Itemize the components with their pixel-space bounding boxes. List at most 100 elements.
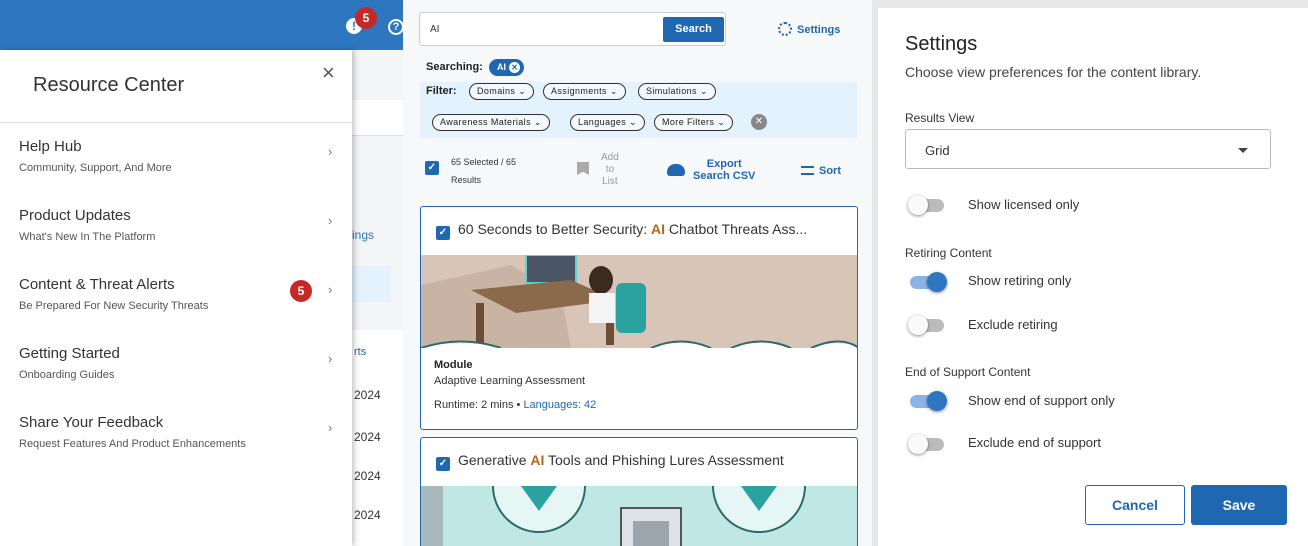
resource-item-title: Help Hub <box>19 138 82 155</box>
search-button[interactable]: Search <box>663 17 724 42</box>
resource-item-title: Product Updates <box>19 207 131 224</box>
filter-chip-domains[interactable]: Domains ⌄ <box>469 83 535 100</box>
drawer-title: Resource Center <box>33 74 185 96</box>
chevron-right-icon: › <box>328 351 333 366</box>
content-library-panel: AI Search Settings Searching: AI ✕ Filter… <box>403 0 872 546</box>
resource-item-help-hub[interactable]: Help Hub Community, Support, And More › <box>0 138 352 198</box>
show-eos-label: Show end of support only <box>968 393 1115 408</box>
add-to-list-label: Add <box>601 152 619 163</box>
alert-count-badge: 5 <box>290 280 312 302</box>
close-icon[interactable]: × <box>322 60 335 86</box>
card-type: Module <box>434 359 473 371</box>
add-to-list-label: to <box>605 164 615 175</box>
content-card[interactable]: ✓ Generative AI Tools and Phishing Lures … <box>420 437 858 546</box>
background-page: ings rts 2024 2024 2024 2024 <box>352 50 403 546</box>
chevron-right-icon: › <box>328 420 333 435</box>
card-title-pre: Generative <box>458 452 531 468</box>
chevron-right-icon: › <box>328 213 333 228</box>
show-retiring-toggle[interactable] <box>908 272 948 292</box>
gear-icon <box>778 22 792 36</box>
show-licensed-toggle[interactable] <box>908 195 948 215</box>
dropdown-arrow-icon <box>1238 148 1248 153</box>
resource-item-getting-started[interactable]: Getting Started Onboarding Guides › <box>0 345 352 405</box>
card-title: ✓ 60 Seconds to Better Security: AI Chatb… <box>436 221 807 240</box>
sort-button[interactable]: Sort <box>801 165 841 177</box>
search-input[interactable]: AI Search <box>419 12 726 46</box>
exclude-eos-toggle[interactable] <box>908 434 948 454</box>
filter-chip-assignments[interactable]: Assignments ⌄ <box>543 83 626 100</box>
exclude-retiring-toggle[interactable] <box>908 315 948 335</box>
notification-count-badge: 5 <box>355 7 377 29</box>
add-to-list-label: List <box>602 176 618 187</box>
background-year: 2024 <box>354 388 381 402</box>
filter-chip-simulations[interactable]: Simulations ⌄ <box>638 83 716 100</box>
show-licensed-label: Show licensed only <box>968 197 1080 212</box>
resource-item-subtitle: Onboarding Guides <box>19 369 115 381</box>
resource-center-panel: ! 5 ? ings rts 2024 2024 2024 2024 Resou… <box>0 0 403 546</box>
exclude-eos-label: Exclude end of support <box>968 435 1101 450</box>
bookmark-add-icon <box>577 162 589 175</box>
card-title-highlight: AI <box>651 221 665 237</box>
card-title-highlight: AI <box>530 452 545 468</box>
filter-chip-label: Awareness Materials <box>440 117 531 127</box>
settings-link[interactable]: Settings <box>778 22 840 36</box>
save-button[interactable]: Save <box>1191 485 1287 525</box>
dialog-title: Settings <box>905 33 978 55</box>
sort-label: Sort <box>819 165 841 177</box>
card-languages-link[interactable]: Languages: 42 <box>523 399 596 411</box>
add-to-list-button[interactable]: Add to List <box>577 152 627 190</box>
filter-chip-label: Assignments <box>551 86 607 96</box>
resource-item-title: Content & Threat Alerts <box>19 276 175 293</box>
card-checkbox[interactable]: ✓ <box>436 226 450 240</box>
resource-item-product-updates[interactable]: Product Updates What's New In The Platfo… <box>0 207 352 267</box>
remove-chip-icon[interactable]: ✕ <box>509 62 520 73</box>
divider <box>0 122 352 123</box>
resource-item-title: Share Your Feedback <box>19 414 164 431</box>
filter-label: Filter: <box>426 85 457 97</box>
results-view-select[interactable]: Grid <box>905 129 1271 169</box>
resource-item-title: Getting Started <box>19 345 120 362</box>
card-title-post: Tools and Phishing Lures Assessment <box>544 452 784 468</box>
card-checkbox[interactable]: ✓ <box>436 457 450 471</box>
background-link-fragment: ings <box>352 228 375 242</box>
settings-dialog: Settings Choose view preferences for the… <box>872 0 1308 546</box>
filter-chip-more-filters[interactable]: More Filters ⌄ <box>654 114 734 131</box>
resource-item-threat-alerts[interactable]: Content & Threat Alerts Be Prepared For … <box>0 276 352 336</box>
card-title: ✓ Generative AI Tools and Phishing Lures … <box>436 452 784 471</box>
card-title-post: Chatbot Threats Ass... <box>665 221 808 237</box>
selection-count: 65 Selected / 65 Results <box>451 153 516 189</box>
select-all-checkbox[interactable]: ✓ <box>425 161 439 175</box>
resource-item-subtitle: Be Prepared For New Security Threats <box>19 300 209 312</box>
card-thumbnail <box>421 255 857 348</box>
background-year: 2024 <box>354 508 381 522</box>
search-term-chip-label: AI <box>497 62 506 72</box>
settings-link-label: Settings <box>797 24 841 36</box>
card-meta: Runtime: 2 mins • Languages: 42 <box>434 399 596 411</box>
help-icon[interactable]: ? <box>388 19 403 35</box>
cancel-button[interactable]: Cancel <box>1085 485 1185 525</box>
background-year: 2024 <box>354 430 381 444</box>
filter-chip-languages[interactable]: Languages ⌄ <box>570 114 645 131</box>
resource-center-drawer: Resource Center × Help Hub Community, Su… <box>0 50 352 546</box>
chevron-right-icon: › <box>328 144 333 159</box>
resource-item-subtitle: Request Features And Product Enhancement… <box>19 438 246 450</box>
content-card[interactable]: ✓ 60 Seconds to Better Security: AI Chatb… <box>420 206 858 430</box>
resource-item-feedback[interactable]: Share Your Feedback Request Features And… <box>0 414 352 474</box>
filter-chip-label: Languages <box>578 117 627 127</box>
selection-count-line: 65 Selected / 65 <box>451 157 517 167</box>
searching-label: Searching: <box>426 61 483 73</box>
filter-chip-awareness-materials[interactable]: Awareness Materials ⌄ <box>432 114 550 131</box>
dialog-description: Choose view preferences for the content … <box>905 64 1202 80</box>
filter-chip-label: Domains <box>477 86 516 96</box>
eos-section-label: End of Support Content <box>905 365 1031 379</box>
show-eos-toggle[interactable] <box>908 391 948 411</box>
results-view-label: Results View <box>905 111 975 125</box>
clear-filters-icon[interactable]: ✕ <box>751 114 767 130</box>
resource-item-subtitle: Community, Support, And More <box>19 162 172 174</box>
sort-icon <box>801 166 814 175</box>
chevron-right-icon: › <box>328 282 333 297</box>
retiring-section-label: Retiring Content <box>905 246 992 260</box>
exclude-retiring-label: Exclude retiring <box>968 317 1058 332</box>
search-term-chip[interactable]: AI ✕ <box>489 59 524 76</box>
card-runtime: Runtime: 2 mins • <box>434 399 524 411</box>
